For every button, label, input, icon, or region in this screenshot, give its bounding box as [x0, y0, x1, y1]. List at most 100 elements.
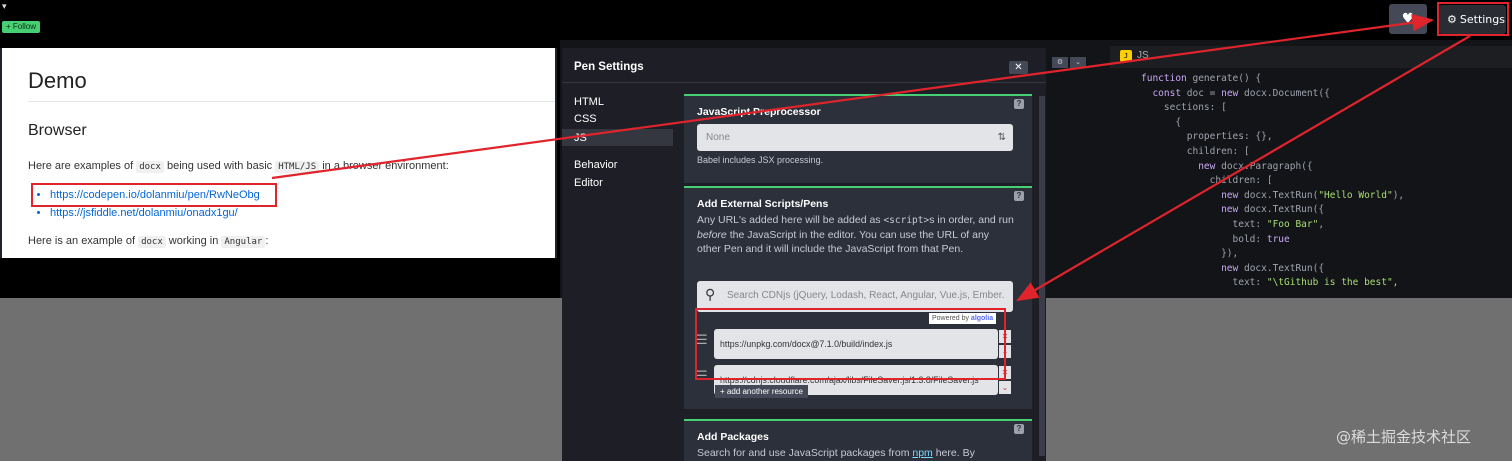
tab-js[interactable]: JS [574, 132, 587, 144]
inline-code: Angular [221, 236, 266, 248]
code-token: generate() { [1186, 73, 1262, 84]
external-scripts-description: Any URL's added here will be added as <s… [697, 213, 1015, 256]
code-token: docx.Paragraph({ [1215, 160, 1313, 172]
resource-options-icon[interactable]: ⌄ [999, 381, 1011, 394]
inline-code: HTML/JS [275, 161, 320, 173]
code-line: new docx.TextRun({ [1141, 203, 1404, 218]
code-token: text: [1141, 218, 1267, 230]
packages-card: Add Packages ? Search for and use JavaSc… [684, 419, 1032, 461]
description-part: Search for and use JavaScript packages f… [697, 447, 913, 459]
js-editor-header [1110, 46, 1512, 68]
code-line: new docx.Paragraph({ [1141, 160, 1404, 175]
code-token: new [1221, 189, 1239, 201]
tab-css[interactable]: CSS [574, 113, 597, 125]
intro-text-part: in a browser environment: [319, 160, 449, 172]
npm-link[interactable]: npm [912, 447, 932, 459]
code-token: new [1221, 87, 1239, 99]
code-token: const [1152, 87, 1182, 99]
packages-title: Add Packages [697, 431, 769, 443]
add-resource-button[interactable]: + add another resource [715, 385, 808, 398]
preprocessor-value: None [706, 132, 730, 143]
code-token: docx.TextRun({ [1238, 262, 1325, 274]
code-token: bold: [1141, 233, 1267, 245]
section-heading: Browser [28, 122, 87, 139]
code-token: children: [ [1141, 175, 1273, 187]
code-line: properties: {}, [1141, 130, 1404, 145]
code-token: new [1221, 204, 1239, 216]
code-line: children: [ [1141, 174, 1404, 189]
screenshot-stage: ▾ + Follow ♥ ⚙ Settings ⚙ ⌄ J JS function … [0, 0, 1512, 461]
preprocessor-select[interactable]: None ⇅ [697, 124, 1013, 151]
page-title: Demo [28, 68, 87, 93]
code-line: }), [1141, 247, 1404, 262]
js-code-editor[interactable]: function generate() { const doc = new do… [1141, 72, 1404, 291]
help-icon[interactable]: ? [1014, 99, 1024, 109]
code-token: function [1141, 73, 1187, 84]
tab-html[interactable]: HTML [574, 96, 604, 108]
intro-text: Here are examples of docx being used wit… [28, 160, 449, 173]
code-token: , [1318, 218, 1325, 230]
code-line: const doc = new docx.Document({ [1141, 87, 1404, 102]
code-line: { [1141, 116, 1404, 131]
code-token: docx.Document({ [1238, 87, 1330, 99]
select-arrows-icon: ⇅ [997, 132, 1006, 143]
js-badge-icon: J [1120, 50, 1132, 62]
help-icon[interactable]: ? [1014, 424, 1024, 434]
code-token: true [1266, 233, 1290, 245]
heart-icon: ♥ [1401, 11, 1415, 27]
code-token: children: [ [1141, 145, 1250, 157]
tab-editor[interactable]: Editor [574, 177, 603, 189]
editor-collapse-icon[interactable]: ⌄ [1070, 57, 1086, 68]
code-line: sections: [ [1141, 101, 1404, 116]
annotation-box-resources [695, 308, 1006, 380]
preprocessor-title: JavaScript Preprocessor [697, 106, 821, 118]
settings-content: JavaScript Preprocessor ? None ⇅ Babel i… [684, 94, 1032, 461]
annotation-box-codepen [31, 183, 277, 207]
editor-settings-icon[interactable]: ⚙ [1052, 57, 1068, 68]
code-token: sections: [ [1141, 102, 1227, 114]
tab-behavior[interactable]: Behavior [574, 159, 617, 171]
follow-button[interactable]: + Follow [2, 21, 41, 33]
title-divider [28, 101, 555, 102]
code-line: new docx.TextRun("Hello World"), [1141, 189, 1404, 204]
description-emphasis: before [697, 229, 727, 241]
code-line: children: [ [1141, 145, 1404, 160]
description-part: s in order, and run [929, 214, 1014, 226]
css-editor-controls: ⚙ ⌄ [1052, 51, 1088, 69]
angular-text-part: : [265, 235, 269, 247]
angular-text: Here is an example of docx working in An… [28, 235, 269, 248]
code-token: "Hello World" [1318, 189, 1393, 201]
code-token: new [1221, 262, 1239, 274]
code-token: text: [1141, 277, 1267, 289]
code-line: function generate() { [1141, 72, 1404, 87]
code-token: ), [1392, 189, 1405, 201]
code-token: { [1141, 116, 1182, 128]
pen-settings-modal: Pen Settings ✕ HTML CSS JS Behavior Edit… [562, 48, 1046, 461]
help-icon[interactable]: ? [1014, 191, 1024, 201]
description-part: the JavaScript in the editor. You can us… [697, 229, 990, 255]
code-line: text: "Foo Bar", [1141, 218, 1404, 233]
search-icon: ⚲ [705, 287, 716, 303]
intro-text-part: Here are examples of [28, 160, 137, 172]
modal-title: Pen Settings [574, 61, 644, 73]
code-token: "\tGithub is the best", [1266, 277, 1399, 289]
code-token: properties: {}, [1141, 131, 1273, 143]
code-token: "Foo Bar" [1266, 218, 1319, 230]
code-line: text: "\tGithub is the best", [1141, 276, 1404, 291]
watermark-text: @稀土掘金技术社区 [1336, 428, 1472, 446]
inline-code: docx [136, 161, 164, 173]
search-input[interactable]: Search CDNjs (jQuery, Lodash, React, Ang… [727, 290, 1007, 301]
heart-button[interactable]: ♥ [1389, 4, 1427, 34]
script-tag-code: <script> [883, 215, 930, 226]
code-line: new docx.TextRun({ [1141, 262, 1404, 277]
chevron-down-icon[interactable]: ▾ [2, 2, 7, 12]
angular-text-part: working in [165, 235, 222, 247]
annotation-box-settings [1437, 2, 1509, 36]
close-button[interactable]: ✕ [1009, 61, 1028, 74]
external-scripts-title: Add External Scripts/Pens [697, 198, 829, 210]
packages-description: Search for and use JavaScript packages f… [697, 446, 1015, 461]
code-line: bold: true [1141, 233, 1404, 248]
modal-scrollbar[interactable] [1039, 96, 1045, 456]
